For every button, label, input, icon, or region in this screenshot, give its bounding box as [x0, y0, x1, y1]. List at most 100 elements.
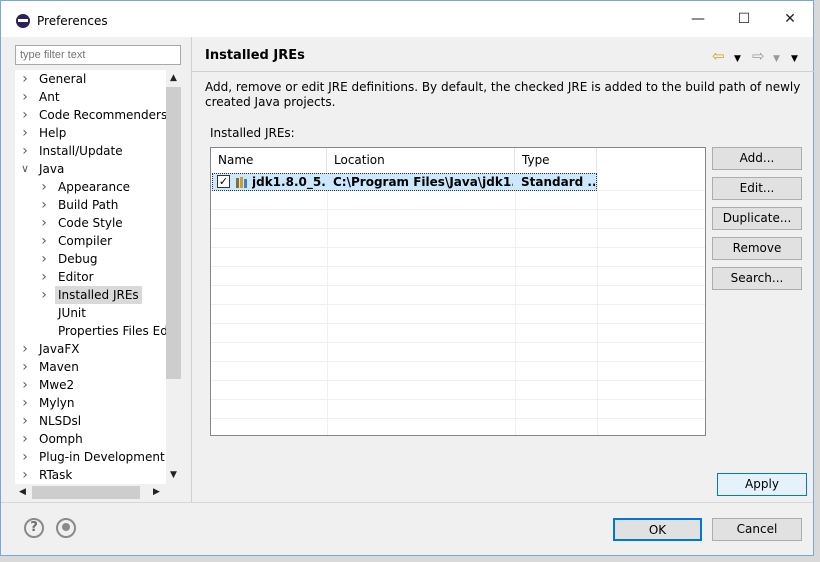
chevron-right-icon[interactable]: › — [19, 340, 31, 358]
chevron-right-icon[interactable]: › — [19, 430, 31, 448]
tree-item[interactable]: › Oomph — [15, 430, 165, 448]
tree-item[interactable]: › Appearance — [15, 178, 165, 196]
cancel-button[interactable]: Cancel — [712, 518, 802, 541]
tree-item[interactable]: › Maven — [15, 358, 165, 376]
tree-scroll-thumb[interactable] — [166, 87, 181, 379]
tree-item-label: Plug-in Development — [39, 450, 165, 464]
chevron-right-icon[interactable]: › — [19, 106, 31, 124]
help-icon[interactable]: ? — [24, 518, 44, 538]
chevron-right-icon[interactable]: › — [19, 376, 31, 394]
scroll-up-icon[interactable]: ▲ — [166, 70, 181, 87]
background-window-bottom — [0, 556, 820, 562]
tree-item[interactable]: Properties Files Editor — [15, 322, 166, 340]
chevron-right-icon[interactable]: › — [19, 88, 31, 106]
forward-menu-chevron-icon[interactable]: ▼ — [773, 52, 780, 66]
tree-item[interactable]: › JavaFX — [15, 340, 165, 358]
tree-item-label: Properties Files Editor — [58, 324, 166, 338]
tree-item[interactable]: › Compiler — [15, 232, 165, 250]
minimize-button[interactable]: — — [675, 1, 721, 37]
scroll-down-icon[interactable]: ▼ — [166, 467, 181, 484]
table-grid-column — [327, 172, 328, 435]
tree-item[interactable]: › Debug — [15, 250, 165, 268]
duplicate-button[interactable]: Duplicate... — [712, 207, 802, 230]
table-grid-row — [211, 343, 705, 362]
chevron-right-icon[interactable]: › — [19, 358, 31, 376]
eclipse-icon — [16, 14, 30, 28]
back-arrow-icon[interactable]: ⇦ — [712, 49, 725, 64]
tree-item[interactable]: › RTask — [15, 466, 165, 484]
view-menu-icon[interactable]: ▼ — [791, 52, 798, 66]
edit-button[interactable]: Edit... — [712, 177, 802, 200]
tree-item[interactable]: › Plug-in Development — [15, 448, 165, 466]
chevron-right-icon[interactable]: › — [38, 250, 50, 268]
chevron-down-icon[interactable]: ∨ — [19, 160, 31, 178]
footer-separator — [1, 502, 813, 503]
column-header-location[interactable]: Location — [327, 148, 515, 172]
tree-item[interactable]: › Install/Update — [15, 142, 165, 160]
window-title: Preferences — [37, 14, 108, 28]
tree-item[interactable]: › Code Recommenders — [15, 106, 166, 124]
ok-button[interactable]: OK — [613, 518, 702, 541]
tree-item[interactable]: › Installed JREs — [15, 286, 165, 304]
apply-button[interactable]: Apply — [717, 473, 807, 496]
table-grid-row — [211, 191, 705, 210]
table-grid-column — [515, 172, 516, 435]
chevron-right-icon[interactable]: › — [19, 412, 31, 430]
column-header-type[interactable]: Type — [515, 148, 597, 172]
tree-item-label: Help — [39, 126, 67, 140]
background-window — [814, 0, 820, 562]
tree-item-label: Maven — [39, 360, 79, 374]
tree-item-label: Compiler — [58, 234, 113, 248]
chevron-right-icon[interactable]: › — [19, 70, 31, 88]
remove-button[interactable]: Remove — [712, 237, 802, 260]
jre-table[interactable]: Name Location Type ✓ jdk1.8.0_5... C:\Pr… — [210, 147, 706, 436]
forward-arrow-icon[interactable]: ⇨ — [752, 49, 765, 64]
installed-jres-label: Installed JREs: — [210, 126, 295, 140]
jre-type-cell: Standard ... — [521, 175, 595, 189]
table-grid-row — [211, 229, 705, 248]
title-bar: Preferences — ☐ ✕ — [1, 1, 813, 37]
table-grid-column — [597, 172, 598, 435]
tree-item-label: Ant — [39, 90, 60, 104]
close-button[interactable]: ✕ — [767, 1, 813, 37]
chevron-right-icon[interactable]: › — [38, 214, 50, 232]
scroll-right-icon[interactable]: ▶ — [149, 484, 164, 501]
tree-item[interactable]: JUnit — [15, 304, 165, 322]
filter-input[interactable] — [15, 45, 181, 65]
tree-item[interactable]: › Code Style — [15, 214, 165, 232]
jre-checkbox[interactable]: ✓ — [217, 175, 230, 188]
chevron-right-icon[interactable]: › — [19, 124, 31, 142]
chevron-right-icon[interactable]: › — [38, 286, 50, 304]
tree-item[interactable]: › Mwe2 — [15, 376, 165, 394]
chevron-right-icon[interactable]: › — [19, 448, 31, 466]
panel-divider[interactable] — [191, 37, 192, 503]
chevron-right-icon[interactable]: › — [38, 196, 50, 214]
chevron-right-icon[interactable]: › — [38, 268, 50, 286]
preferences-dialog: Preferences — ☐ ✕ › General › Ant › Code Reco… — [0, 0, 814, 556]
chevron-right-icon[interactable]: › — [19, 466, 31, 484]
maximize-button[interactable]: ☐ — [721, 1, 767, 37]
add-button[interactable]: Add... — [712, 147, 802, 170]
tree-item[interactable]: › Ant — [15, 88, 165, 106]
tree-item-label: Mylyn — [39, 396, 75, 410]
chevron-right-icon[interactable]: › — [19, 142, 31, 160]
table-grid-row — [211, 362, 705, 381]
tree-item[interactable]: › Editor — [15, 268, 165, 286]
tree-item[interactable]: › NLSDsl — [15, 412, 165, 430]
chevron-right-icon[interactable]: › — [38, 232, 50, 250]
tree-item-label: JavaFX — [39, 342, 80, 356]
tree-item[interactable]: › General — [15, 70, 165, 88]
scroll-left-icon[interactable]: ◀ — [15, 484, 30, 501]
tree-item[interactable]: › Build Path — [15, 196, 165, 214]
tree-item[interactable]: ∨ Java — [15, 160, 165, 178]
chevron-right-icon[interactable]: › — [19, 394, 31, 412]
search-button[interactable]: Search... — [712, 267, 802, 290]
import-export-icon[interactable] — [56, 518, 76, 538]
column-header-name[interactable]: Name — [211, 148, 327, 172]
tree-item[interactable]: › Mylyn — [15, 394, 165, 412]
tree-item[interactable]: › Help — [15, 124, 165, 142]
chevron-right-icon[interactable]: › — [38, 178, 50, 196]
back-menu-chevron-icon[interactable]: ▼ — [734, 52, 741, 66]
page-description: Add, remove or edit JRE definitions. By … — [205, 80, 801, 109]
tree-hscroll-thumb[interactable] — [32, 486, 140, 499]
